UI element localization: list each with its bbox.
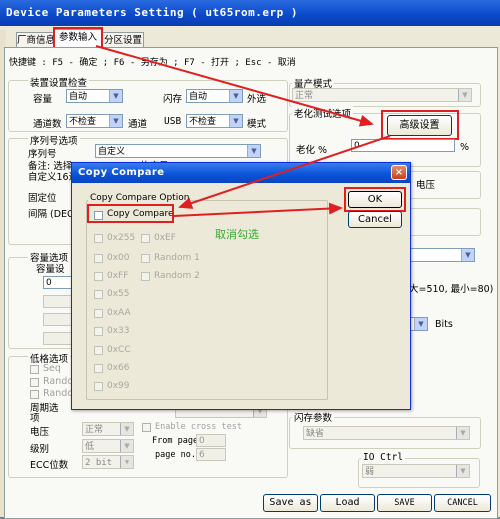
annotation-arrows: [95, 45, 391, 217]
arrow-advanced-to-copy-compare: [178, 135, 391, 209]
arrow-copy-compare-to-ok: [173, 202, 343, 217]
arrow-tab-to-advanced: [95, 45, 374, 127]
